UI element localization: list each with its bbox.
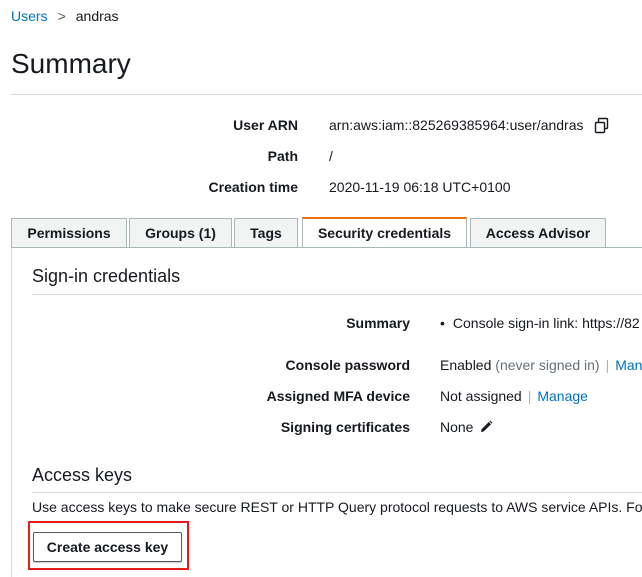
mfa-device-label: Assigned MFA device [266, 388, 410, 404]
mfa-status: Not assigned [440, 388, 522, 404]
path-value: / [329, 148, 333, 164]
signing-certificates-value: None [440, 419, 474, 435]
breadcrumb-current: andras [75, 8, 119, 24]
access-keys-divider [32, 492, 642, 493]
console-password-status: Enabled [440, 357, 492, 373]
mfa-device-value: Not assigned | Manage [440, 388, 588, 404]
breadcrumb-users-link[interactable]: Users [11, 8, 48, 24]
signin-divider [32, 294, 642, 295]
user-arn-value: arn:aws:iam::825269385964:user/andras [329, 117, 584, 133]
tabs-divider [11, 247, 642, 248]
creation-time-label: Creation time [208, 179, 298, 195]
signin-summary-value: • Console sign-in link: https://82 [440, 315, 640, 331]
console-password-note: (never signed in) [495, 357, 600, 373]
pipe-divider: | [527, 388, 532, 404]
tab-access-advisor[interactable]: Access Advisor [470, 218, 606, 247]
pencil-icon[interactable] [479, 420, 493, 434]
tab-bar: Permissions Groups (1) Tags Security cre… [11, 217, 642, 248]
breadcrumb: Users > andras [11, 8, 119, 24]
copy-icon[interactable] [593, 117, 610, 134]
access-keys-title: Access keys [32, 465, 133, 485]
path-label: Path [267, 148, 298, 164]
tab-permissions[interactable]: Permissions [11, 218, 127, 247]
user-arn-label: User ARN [233, 117, 298, 133]
console-password-label: Console password [285, 357, 410, 373]
pipe-divider: | [605, 357, 610, 373]
console-password-value: Enabled (never signed in) | Man [440, 357, 642, 373]
console-signin-link: Console sign-in link: https://82 [452, 315, 640, 331]
create-access-key-button[interactable]: Create access key [33, 532, 182, 562]
title-divider [11, 94, 642, 95]
mfa-manage-link[interactable]: Manage [537, 388, 588, 404]
page-title: Summary [11, 48, 131, 79]
tab-groups[interactable]: Groups (1) [129, 218, 232, 247]
signing-certificates-label: Signing certificates [280, 419, 410, 435]
signin-summary-label: Summary [346, 315, 410, 331]
creation-time-value: 2020-11-19 06:18 UTC+0100 [329, 179, 511, 195]
breadcrumb-separator: > [57, 8, 66, 24]
bullet-icon: • [440, 315, 445, 331]
tab-security-credentials[interactable]: Security credentials [302, 217, 467, 248]
console-password-manage-link[interactable]: Man [615, 357, 642, 373]
tab-tags[interactable]: Tags [234, 218, 298, 247]
panel-border [11, 248, 12, 577]
access-keys-description: Use access keys to make secure REST or H… [32, 499, 642, 515]
signin-credentials-title: Sign-in credentials [32, 266, 181, 286]
